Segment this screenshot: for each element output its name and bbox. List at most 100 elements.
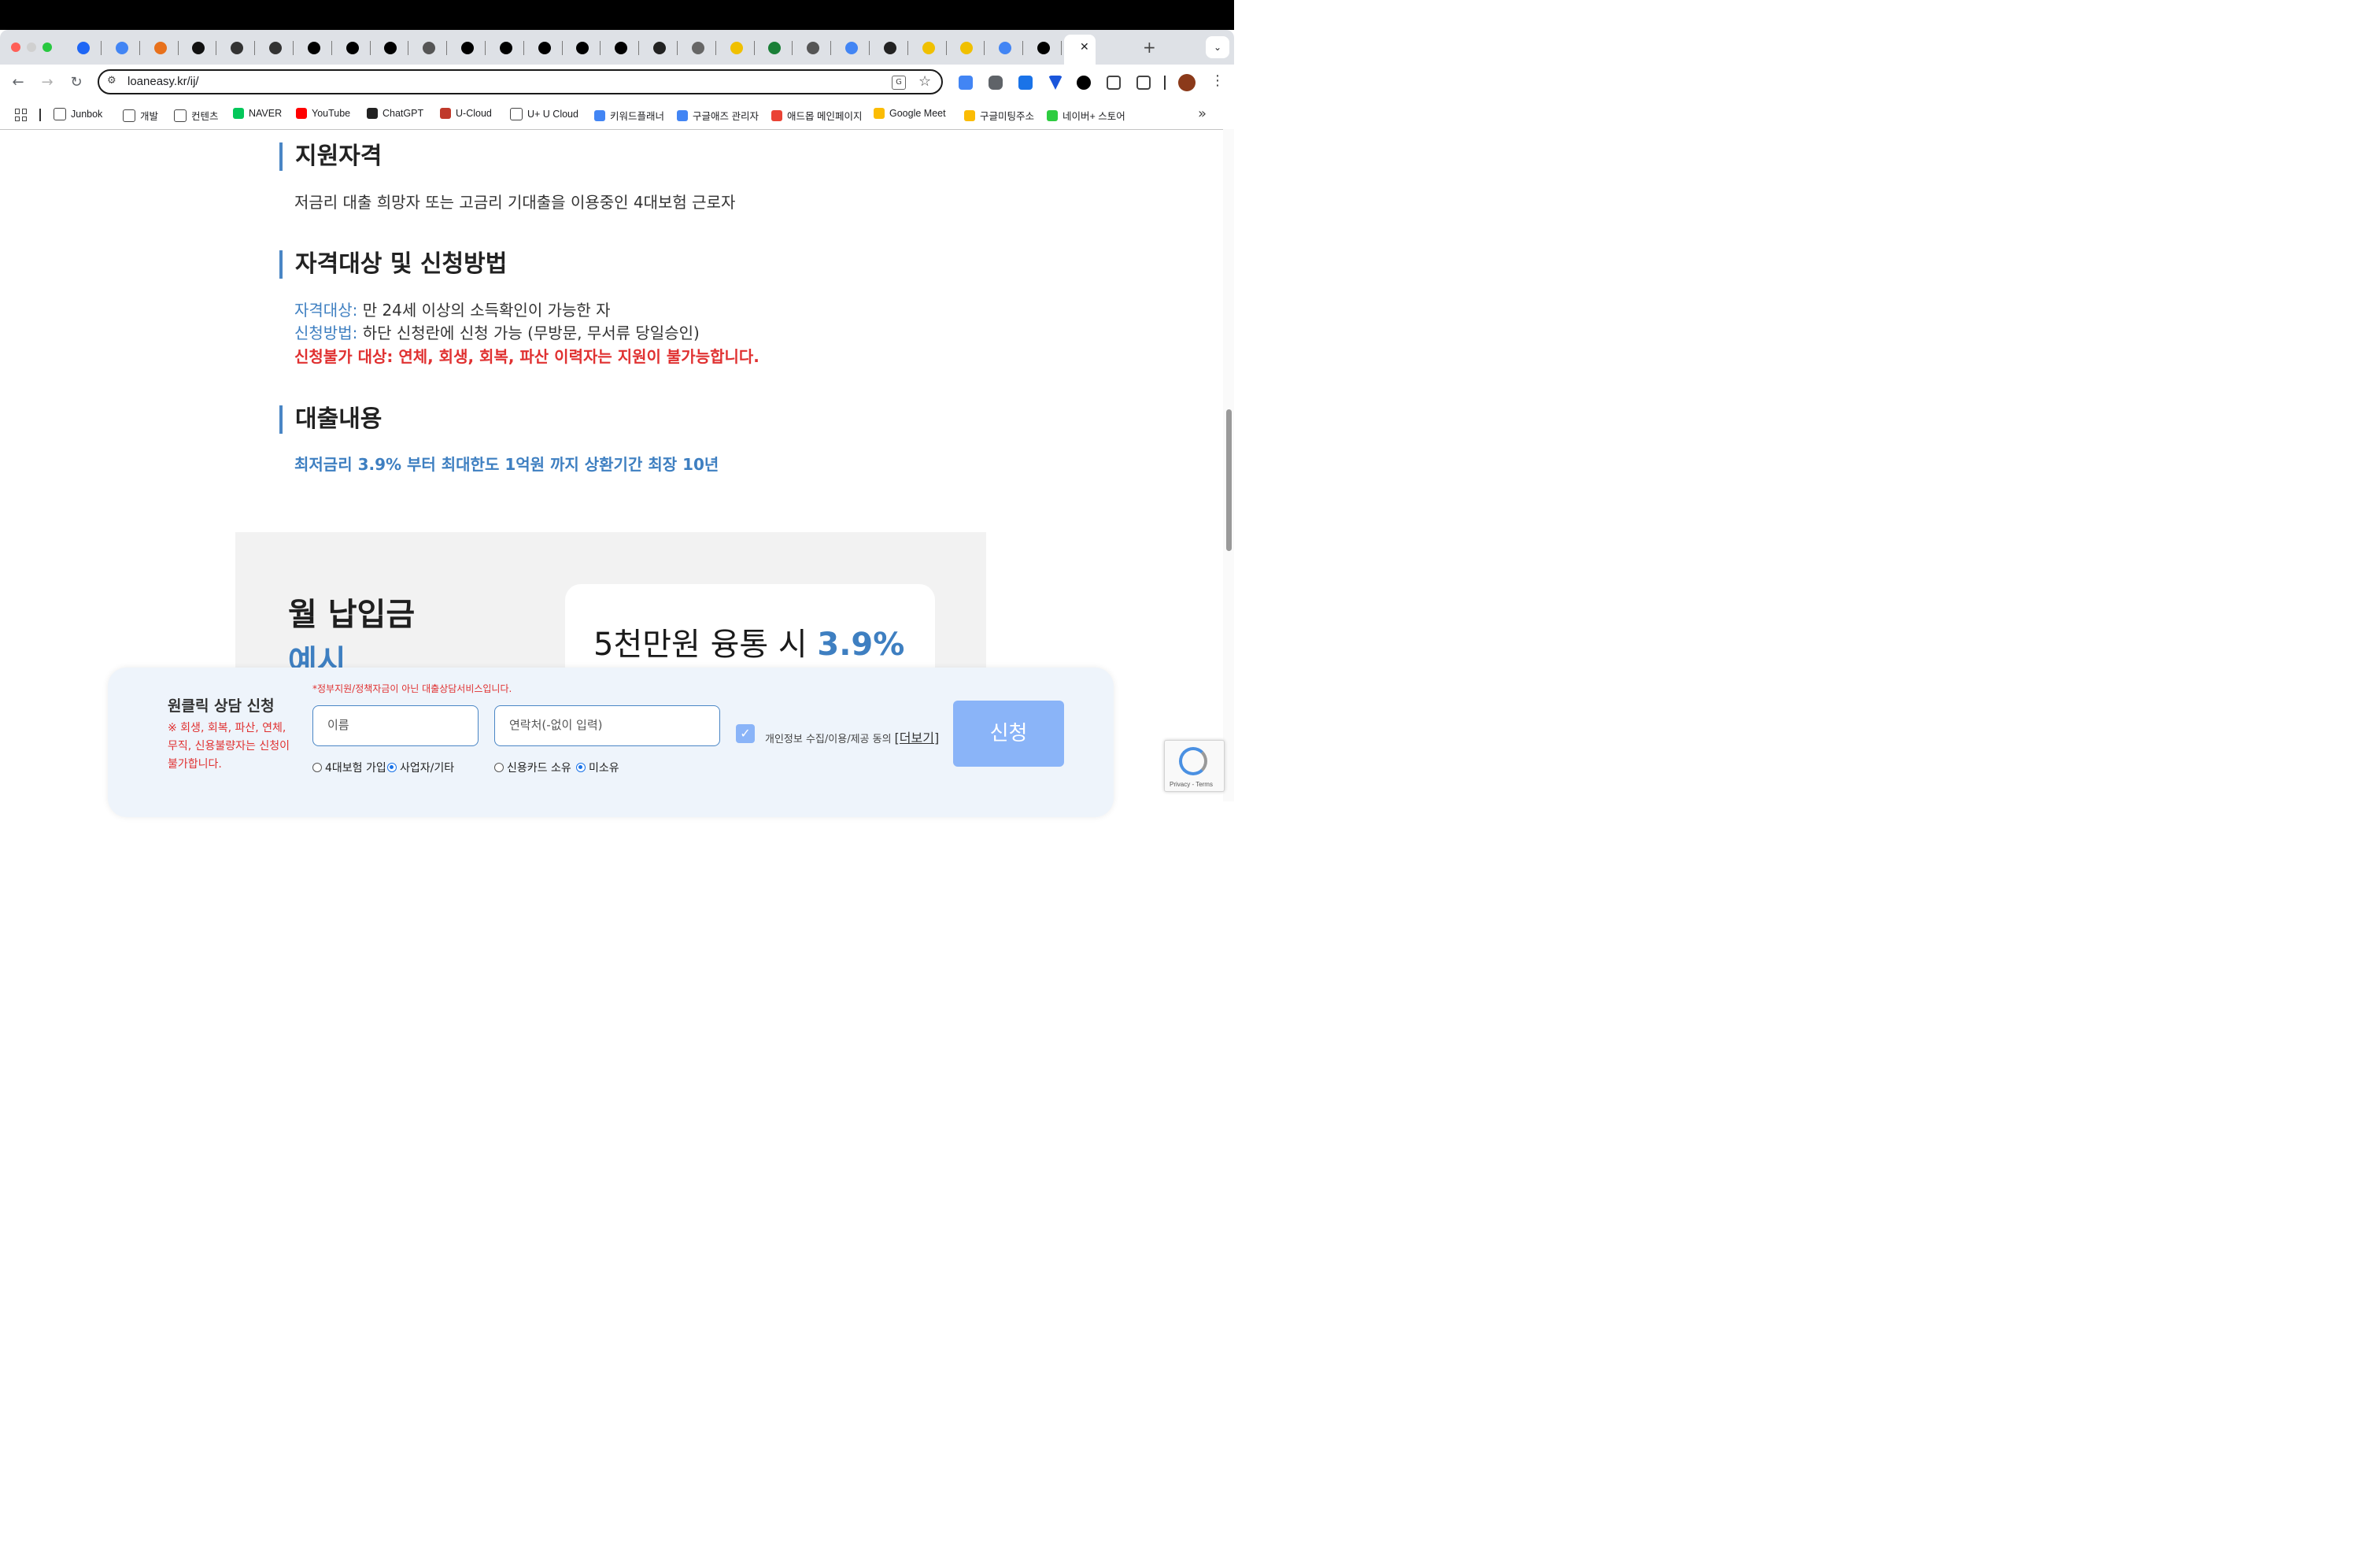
apps-grid-icon[interactable]: [15, 109, 28, 121]
bookmark-item[interactable]: 애드몹 메인페이지: [771, 108, 862, 123]
bookmark-item[interactable]: 컨텐츠: [174, 108, 219, 123]
tab-favicon-icon: [77, 42, 90, 54]
browser-tab[interactable]: [996, 36, 1024, 60]
translate-icon[interactable]: G: [892, 76, 906, 90]
bookmark-item[interactable]: ChatGPT: [367, 108, 423, 119]
tab-favicon-icon: [499, 42, 512, 54]
agree-checkbox[interactable]: ✓: [736, 724, 755, 743]
close-window-button[interactable]: [11, 43, 20, 52]
browser-tab[interactable]: [650, 36, 678, 60]
bookmark-icon: [174, 109, 187, 122]
browser-tab[interactable]: [458, 36, 486, 60]
bookmark-item[interactable]: Junbok: [54, 108, 102, 120]
tab-close-icon[interactable]: ✕: [1080, 41, 1089, 54]
recaptcha-text[interactable]: Privacy - Terms: [1170, 781, 1213, 788]
bookmark-item[interactable]: 구글애즈 관리자: [677, 108, 759, 123]
bookmark-item[interactable]: Google Meet: [874, 108, 946, 119]
browser-tab[interactable]: [842, 36, 870, 60]
browser-tab[interactable]: [266, 36, 294, 60]
apply-button[interactable]: 신청: [953, 701, 1064, 767]
browser-tab[interactable]: [957, 36, 985, 60]
bookmark-label: 키워드플래너: [610, 111, 665, 122]
bookmark-item[interactable]: 키워드플래너: [594, 108, 664, 123]
google-translate-extension-icon[interactable]: [959, 76, 973, 90]
phone-input[interactable]: 연락처(-없이 입력): [494, 705, 720, 746]
video-extension-icon[interactable]: [989, 76, 1003, 90]
browser-tab[interactable]: [74, 36, 102, 60]
browser-tab[interactable]: [919, 36, 947, 60]
tab-separator: [830, 41, 832, 55]
bookmark-item[interactable]: U+ U Cloud: [510, 108, 578, 120]
address-bar[interactable]: [98, 69, 943, 94]
menu-kebab-icon[interactable]: ⋮: [1210, 72, 1225, 89]
new-tab-button[interactable]: +: [1143, 38, 1156, 57]
browser-tab[interactable]: [727, 36, 755, 60]
browser-tab[interactable]: [419, 36, 448, 60]
tab-separator: [101, 41, 102, 55]
radio-card[interactable]: 신용카드 소유: [494, 760, 571, 775]
tab-separator: [485, 41, 486, 55]
bookmark-item[interactable]: 구글미팅주소: [964, 108, 1034, 123]
tab-separator: [945, 41, 947, 55]
tab-separator: [254, 41, 256, 55]
radio-insurance[interactable]: 4대보험 가입: [312, 760, 386, 775]
bookmark-item[interactable]: U-Cloud: [440, 108, 492, 119]
recaptcha-badge[interactable]: Privacy - Terms: [1164, 740, 1225, 792]
name-input[interactable]: 이름: [312, 705, 479, 746]
browser-tab[interactable]: [381, 36, 409, 60]
tab-favicon-icon: [653, 42, 666, 54]
tab-search-button[interactable]: ⌄: [1206, 36, 1229, 58]
radio-nocard-dot[interactable]: [576, 763, 586, 772]
browser-tab[interactable]: [227, 36, 256, 60]
browser-tab[interactable]: [1034, 36, 1062, 60]
example-card-text: 5천만원 융통 시 3.9%: [593, 619, 904, 664]
back-icon[interactable]: ←: [9, 74, 27, 91]
scrollbar-thumb[interactable]: [1226, 409, 1232, 551]
monthly-title-line1: 월 납입금: [288, 597, 416, 633]
radio-business[interactable]: 사업자/기타: [387, 760, 454, 775]
minimize-window-button[interactable]: [27, 43, 36, 52]
browser-tab[interactable]: [881, 36, 908, 60]
browser-tab[interactable]: [689, 36, 716, 60]
translator-extension-icon[interactable]: [1018, 76, 1033, 90]
profile-avatar[interactable]: [1178, 74, 1196, 91]
more-link[interactable]: [더보기]: [895, 730, 940, 745]
bookmarks-overflow-icon[interactable]: »: [1198, 105, 1207, 122]
url-text[interactable]: loaneasy.kr/ij/: [128, 75, 199, 88]
browser-tab[interactable]: [573, 36, 601, 60]
bookmark-item[interactable]: 개발: [123, 108, 158, 123]
bookmark-star-icon[interactable]: ☆: [918, 73, 931, 90]
triangle-extension-icon[interactable]: [1077, 76, 1091, 90]
agree-line: 개인정보 수집/이용/제공 동의 [더보기]: [765, 727, 939, 746]
tab-separator: [293, 41, 294, 55]
exclusion-text: 신청불가 대상: 연체, 회생, 회복, 파산 이력자는 지원이 불가능합니다.: [294, 347, 759, 366]
tab-favicon-icon: [730, 42, 743, 54]
browser-tab[interactable]: [765, 36, 793, 60]
browser-tab[interactable]: [343, 36, 371, 60]
radio-nocard[interactable]: 미소유: [576, 760, 619, 775]
forward-icon[interactable]: →: [39, 74, 56, 91]
browser-tab[interactable]: [497, 36, 524, 60]
puzzle-extensions-icon[interactable]: [1136, 76, 1151, 90]
bookmark-item[interactable]: NAVER: [233, 108, 282, 119]
site-info-icon[interactable]: ⚙: [107, 75, 116, 87]
browser-tab[interactable]: [612, 36, 640, 60]
browser-tab[interactable]: [535, 36, 563, 60]
browser-tab[interactable]: [804, 36, 832, 60]
browser-tab[interactable]: [189, 36, 217, 60]
radio-insurance-dot[interactable]: [312, 763, 322, 772]
active-tab[interactable]: ✕: [1064, 35, 1096, 65]
browser-tab[interactable]: [113, 36, 140, 60]
browser-tab[interactable]: [151, 36, 179, 60]
radio-card-dot[interactable]: [494, 763, 504, 772]
browser-tab[interactable]: [305, 36, 332, 60]
bot-extension-icon[interactable]: [1107, 76, 1121, 90]
tab-favicon-icon: [538, 42, 551, 54]
maximize-window-button[interactable]: [42, 43, 52, 52]
form-notice: *정부지원/정책자금이 아닌 대출상담서비스입니다.: [312, 683, 512, 694]
reload-icon[interactable]: ↻: [68, 74, 85, 91]
bookmark-item[interactable]: YouTube: [296, 108, 350, 119]
bookmark-label: 개발: [140, 111, 159, 122]
radio-business-dot[interactable]: [387, 763, 397, 772]
bookmark-item[interactable]: 네이버+ 스토어: [1047, 108, 1125, 123]
